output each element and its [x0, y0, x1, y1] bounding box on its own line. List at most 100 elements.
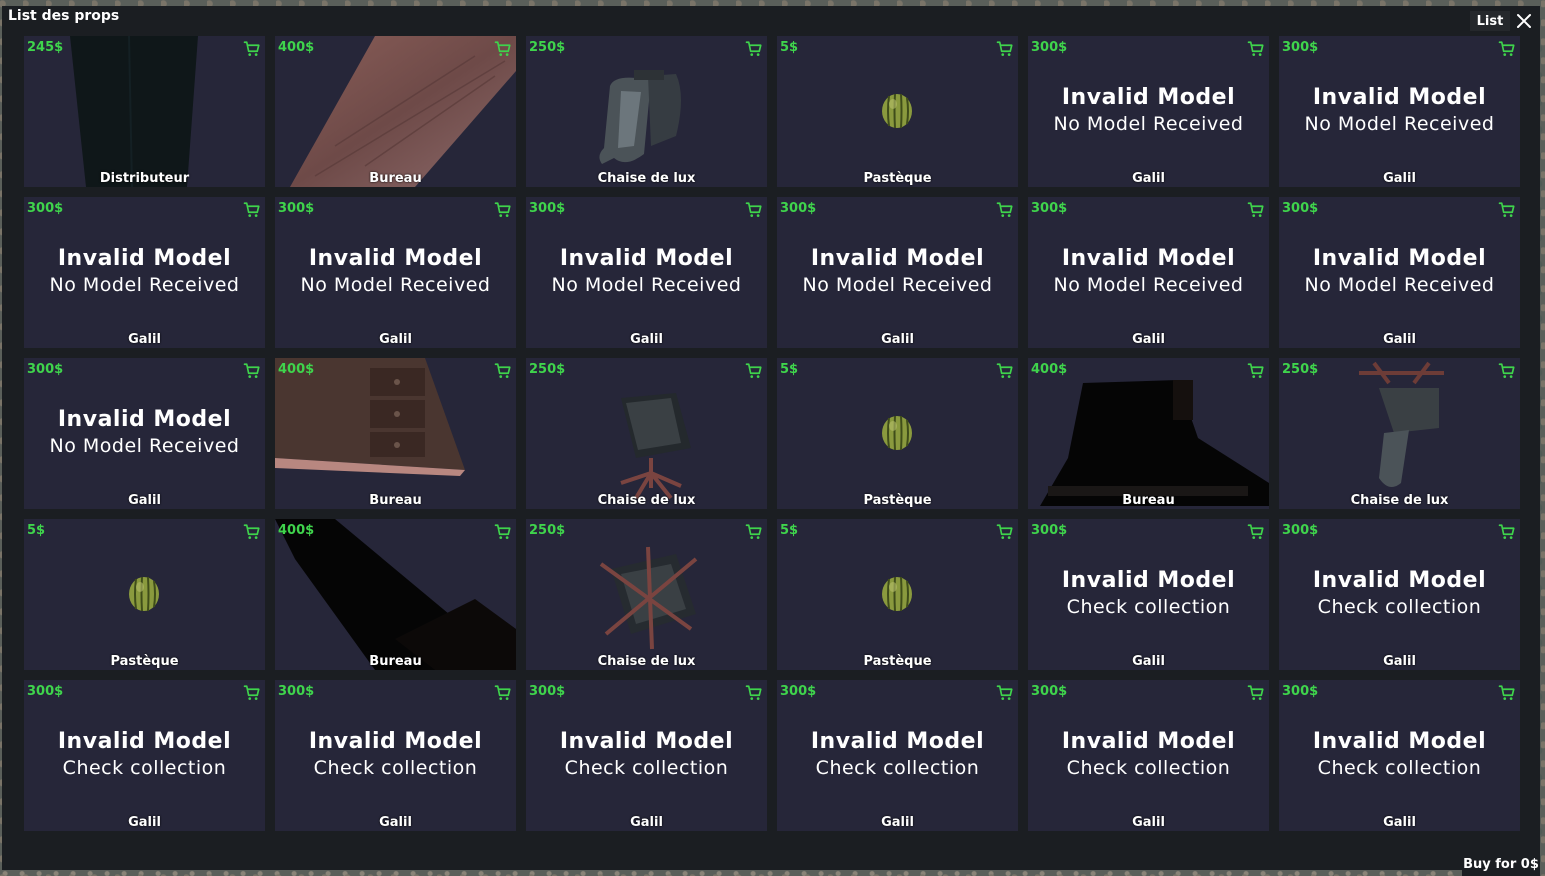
cart-icon[interactable]: [1498, 201, 1516, 219]
cart-icon[interactable]: [745, 201, 763, 219]
prop-card[interactable]: 300$ Invalid Model No Model Received Galil: [1279, 36, 1520, 187]
prop-card[interactable]: 400$ Bureau: [1028, 358, 1269, 509]
prop-card[interactable]: 400$ Bureau: [275, 36, 516, 187]
prop-card[interactable]: 300$ Invalid Model Check collection Galil: [275, 680, 516, 831]
prop-card[interactable]: 300$ Invalid Model No Model Received Galil: [275, 197, 516, 348]
invalid-model-message: Invalid Model Check collection: [1028, 728, 1269, 781]
prop-card[interactable]: 300$ Invalid Model Check collection Galil: [1028, 519, 1269, 670]
prop-card[interactable]: 300$ Invalid Model No Model Received Galil: [1028, 36, 1269, 187]
invalid-model-reason: Check collection: [1066, 757, 1231, 779]
invalid-model-message: Invalid Model No Model Received: [777, 245, 1018, 298]
cart-icon[interactable]: [745, 684, 763, 702]
invalid-model-reason: No Model Received: [1304, 274, 1495, 296]
close-icon[interactable]: [1513, 10, 1535, 32]
cart-icon[interactable]: [996, 40, 1014, 58]
prop-price: 400$: [1031, 362, 1068, 377]
invalid-model-title: Invalid Model: [57, 729, 232, 754]
prop-card[interactable]: 300$ Invalid Model Check collection Galil: [24, 680, 265, 831]
prop-name: Galil: [1383, 654, 1416, 669]
prop-price: 300$: [1282, 201, 1319, 216]
prop-model-preview: [24, 519, 265, 670]
prop-card[interactable]: 300$ Invalid Model Check collection Galil: [1279, 680, 1520, 831]
prop-card[interactable]: 300$ Invalid Model Check collection Galil: [777, 680, 1018, 831]
invalid-model-title: Invalid Model: [810, 246, 985, 271]
cart-icon[interactable]: [243, 40, 261, 58]
cart-icon[interactable]: [996, 362, 1014, 380]
prop-card[interactable]: 300$ Invalid Model No Model Received Galil: [1028, 197, 1269, 348]
cart-icon[interactable]: [494, 362, 512, 380]
cart-icon[interactable]: [1247, 362, 1265, 380]
cart-icon[interactable]: [243, 684, 261, 702]
invalid-model-message: Invalid Model No Model Received: [1028, 245, 1269, 298]
cart-icon[interactable]: [745, 40, 763, 58]
cart-icon[interactable]: [996, 684, 1014, 702]
prop-price: 300$: [278, 201, 315, 216]
invalid-model-title: Invalid Model: [1061, 246, 1236, 271]
cart-icon[interactable]: [1247, 201, 1265, 219]
cart-icon[interactable]: [1247, 684, 1265, 702]
prop-card[interactable]: 250$ Chaise de lux: [526, 519, 767, 670]
buy-button[interactable]: Buy for 0$: [1462, 852, 1540, 876]
prop-card[interactable]: 5$ Pastèque: [777, 36, 1018, 187]
prop-card[interactable]: 400$ Bureau: [275, 358, 516, 509]
invalid-model-reason: No Model Received: [1053, 113, 1244, 135]
prop-price: 5$: [780, 523, 799, 538]
prop-price: 250$: [1282, 362, 1319, 377]
prop-name: Chaise de lux: [597, 493, 696, 508]
prop-card[interactable]: 5$ Pastèque: [777, 519, 1018, 670]
prop-card[interactable]: 300$ Invalid Model No Model Received Galil: [777, 197, 1018, 348]
prop-name: Galil: [1132, 171, 1165, 186]
cart-icon[interactable]: [1498, 40, 1516, 58]
cart-icon[interactable]: [1498, 523, 1516, 541]
invalid-model-message: Invalid Model No Model Received: [1279, 84, 1520, 137]
invalid-model-title: Invalid Model: [57, 407, 232, 432]
invalid-model-reason: Check collection: [1317, 596, 1482, 618]
prop-card[interactable]: 250$ Chaise de lux: [526, 36, 767, 187]
prop-card[interactable]: 300$ Invalid Model Check collection Galil: [526, 680, 767, 831]
prop-card[interactable]: 5$ Pastèque: [777, 358, 1018, 509]
prop-price: 300$: [27, 201, 64, 216]
cart-icon[interactable]: [494, 201, 512, 219]
prop-price: 300$: [1031, 684, 1068, 699]
prop-name: Pastèque: [110, 654, 179, 669]
invalid-model-reason: Check collection: [1317, 757, 1482, 779]
cart-icon[interactable]: [1498, 684, 1516, 702]
prop-name: Distributeur: [99, 171, 190, 186]
cart-icon[interactable]: [745, 362, 763, 380]
prop-card[interactable]: 5$ Pastèque: [24, 519, 265, 670]
cart-icon[interactable]: [243, 201, 261, 219]
cart-icon[interactable]: [1247, 40, 1265, 58]
prop-name: Galil: [379, 815, 412, 830]
prop-name: Bureau: [369, 171, 422, 186]
cart-icon[interactable]: [494, 523, 512, 541]
cart-icon[interactable]: [494, 40, 512, 58]
prop-model-preview: [275, 36, 516, 187]
invalid-model-reason: No Model Received: [300, 274, 491, 296]
cart-icon[interactable]: [996, 201, 1014, 219]
prop-card[interactable]: 300$ Invalid Model Check collection Galil: [1279, 519, 1520, 670]
prop-card[interactable]: 250$ Chaise de lux: [526, 358, 767, 509]
invalid-model-title: Invalid Model: [1312, 729, 1487, 754]
prop-card[interactable]: 400$ Bureau: [275, 519, 516, 670]
invalid-model-message: Invalid Model No Model Received: [24, 245, 265, 298]
prop-card[interactable]: 300$ Invalid Model No Model Received Galil: [1279, 197, 1520, 348]
prop-name: Bureau: [1122, 493, 1175, 508]
invalid-model-message: Invalid Model No Model Received: [275, 245, 516, 298]
cart-icon[interactable]: [1498, 362, 1516, 380]
cart-icon[interactable]: [745, 523, 763, 541]
prop-card[interactable]: 245$ Distributeur: [24, 36, 265, 187]
prop-card[interactable]: 300$ Invalid Model Check collection Galil: [1028, 680, 1269, 831]
prop-card[interactable]: 250$ Chaise de lux: [1279, 358, 1520, 509]
prop-card[interactable]: 300$ Invalid Model No Model Received Galil: [526, 197, 767, 348]
invalid-model-title: Invalid Model: [1061, 729, 1236, 754]
invalid-model-reason: No Model Received: [802, 274, 993, 296]
prop-card[interactable]: 300$ Invalid Model No Model Received Galil: [24, 197, 265, 348]
cart-icon[interactable]: [243, 523, 261, 541]
cart-icon[interactable]: [996, 523, 1014, 541]
cart-icon[interactable]: [243, 362, 261, 380]
prop-price: 300$: [1282, 684, 1319, 699]
cart-icon[interactable]: [1247, 523, 1265, 541]
cart-icon[interactable]: [494, 684, 512, 702]
prop-card[interactable]: 300$ Invalid Model No Model Received Galil: [24, 358, 265, 509]
list-button[interactable]: List: [1470, 11, 1510, 31]
